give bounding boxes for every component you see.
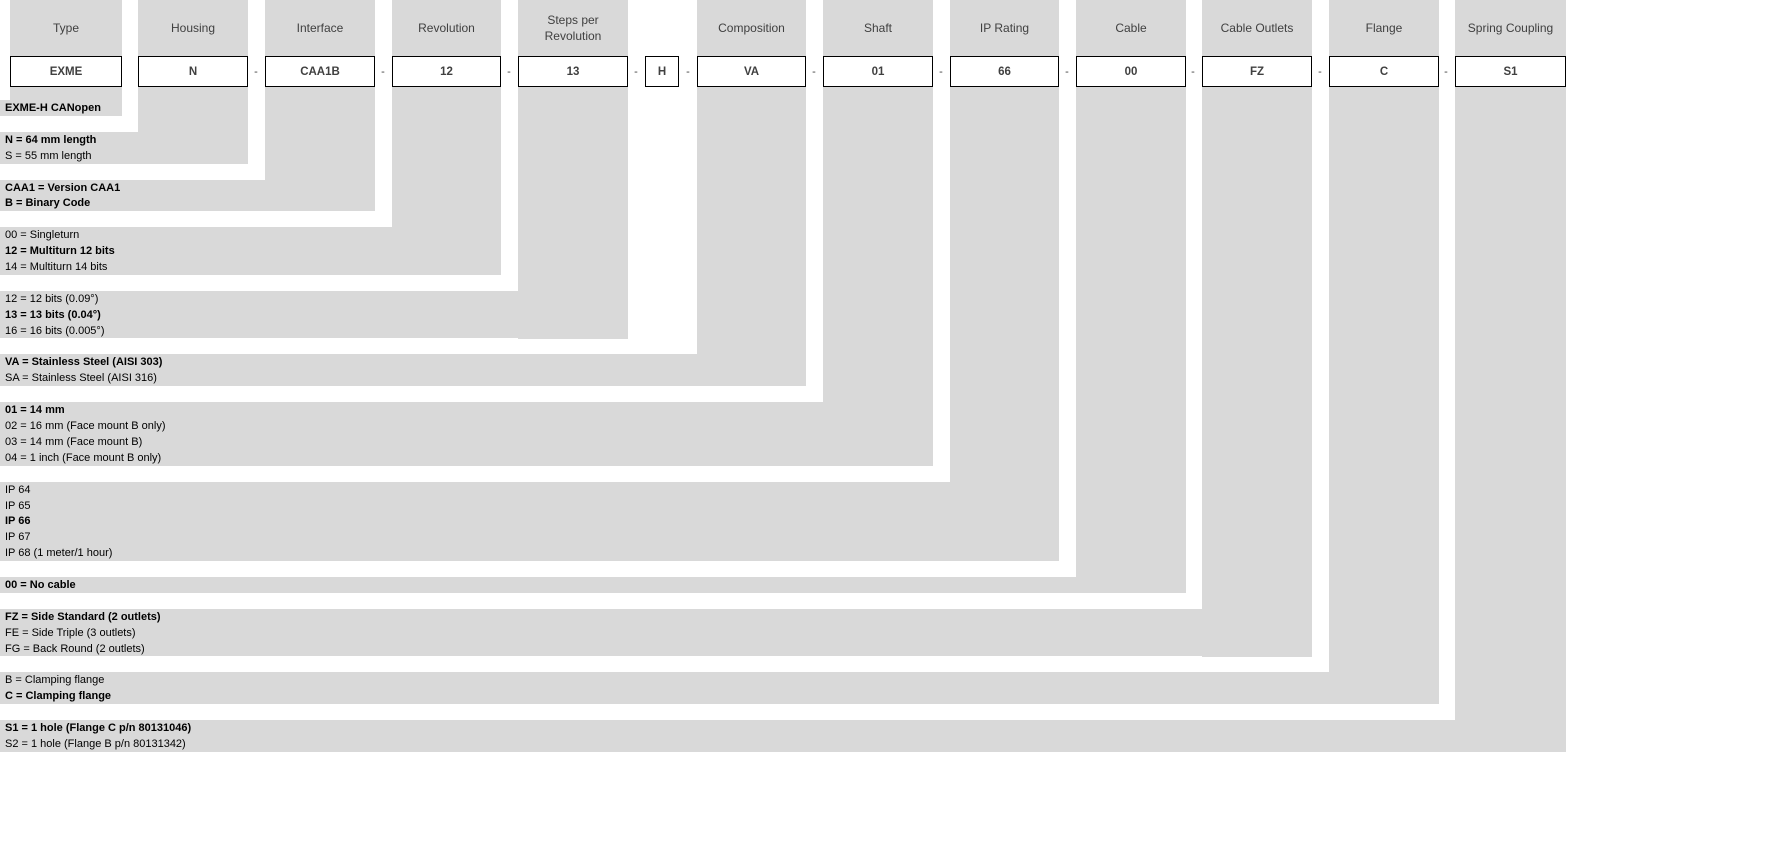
column-header: Interface (296, 21, 344, 35)
column-header: Shaft (863, 21, 893, 35)
column-header: Composition (718, 21, 785, 35)
separator-dash: - (1444, 65, 1448, 78)
options-panel (0, 672, 1439, 705)
option: IP 64 (5, 483, 31, 496)
column-panel (1329, 0, 1439, 705)
option: IP 67 (5, 531, 31, 544)
selected-option: EXME-H CANopen (5, 102, 101, 114)
selected-option: S1 = 1 hole (Flange C p/n 80131046) (5, 722, 192, 735)
code-segment-box: 01 (823, 56, 933, 87)
separator-dash: - (1318, 65, 1322, 78)
column-header: Cable (1115, 21, 1147, 35)
selected-option: 12 = Multiturn 12 bits (5, 245, 115, 258)
code-segment-box: 00 (1076, 56, 1186, 87)
separator-dash: - (634, 65, 638, 78)
selected-option: IP 66 (5, 515, 31, 528)
column-panel (1076, 0, 1186, 593)
column-header: Steps per Revolution (544, 13, 602, 43)
column-panel (1202, 0, 1312, 657)
option: FG = Back Round (2 outlets) (5, 642, 145, 655)
code-segment-box: 13 (518, 56, 628, 87)
selected-option: 00 = No cable (5, 579, 76, 591)
selected-option: 13 = 13 bits (0.04°) (5, 308, 101, 321)
option: IP 65 (5, 499, 31, 512)
separator-dash: - (254, 65, 258, 78)
option: 00 = Singleturn (5, 229, 80, 242)
selected-option: VA = Stainless Steel (AISI 303) (5, 356, 163, 369)
options-panel (0, 481, 1059, 562)
option: 12 = 12 bits (0.09°) (5, 292, 99, 305)
column-header: Housing (170, 21, 216, 35)
separator-dash: - (507, 65, 511, 78)
separator-dash: - (1065, 65, 1069, 78)
selected-option: N = 64 mm length (5, 133, 97, 146)
code-segment-box: EXME (10, 56, 122, 87)
column-header: IP Rating (979, 21, 1030, 35)
separator-dash: - (686, 65, 690, 78)
option: 04 = 1 inch (Face mount B only) (5, 451, 162, 464)
column-header: Type (52, 21, 79, 35)
selected-option: B = Binary Code (5, 197, 91, 210)
option: S2 = 1 hole (Flange B p/n 80131342) (5, 738, 186, 750)
selected-option: 01 = 14 mm (5, 404, 65, 417)
code-segment-box: 12 (392, 56, 501, 87)
separator-dash: - (381, 65, 385, 78)
code-segment-box: S1 (1455, 56, 1566, 87)
column-header: Revolution (418, 21, 475, 35)
column-panel (1455, 0, 1566, 752)
code-segment-box: H (645, 56, 679, 87)
option: FE = Side Triple (3 outlets) (5, 626, 136, 639)
column-header: Spring Coupling (1467, 21, 1554, 35)
separator-dash: - (812, 65, 816, 78)
separator-dash: - (1191, 65, 1195, 78)
selected-option: FZ = Side Standard (2 outlets) (5, 610, 161, 623)
code-segment-box: VA (697, 56, 806, 87)
option: S = 55 mm length (5, 149, 92, 162)
code-segment-box: CAA1B (265, 56, 375, 87)
option: 02 = 16 mm (Face mount B only) (5, 420, 166, 432)
code-segment-box: C (1329, 56, 1439, 87)
selected-option: C = Clamping flange (5, 690, 112, 703)
option: 03 = 14 mm (Face mount B) (5, 435, 143, 448)
options-panel (0, 577, 1186, 593)
code-segment-box: 66 (950, 56, 1059, 87)
option: B = Clamping flange (5, 674, 105, 687)
column-header: Flange (1365, 21, 1403, 35)
code-segment-box: N (138, 56, 248, 87)
code-segment-box: FZ (1202, 56, 1312, 87)
separator-dash: - (939, 65, 943, 78)
option: 14 = Multiturn 14 bits (5, 261, 108, 273)
column-header: Cable Outlets (1220, 21, 1294, 35)
option: 16 = 16 bits (0.005°) (5, 324, 105, 337)
options-panel (0, 608, 1312, 657)
option: SA = Stainless Steel (AISI 316) (5, 372, 157, 385)
options-panel (0, 720, 1566, 752)
option: IP 68 (1 meter/1 hour) (5, 547, 113, 560)
selected-option: CAA1 = Version CAA1 (5, 181, 121, 194)
